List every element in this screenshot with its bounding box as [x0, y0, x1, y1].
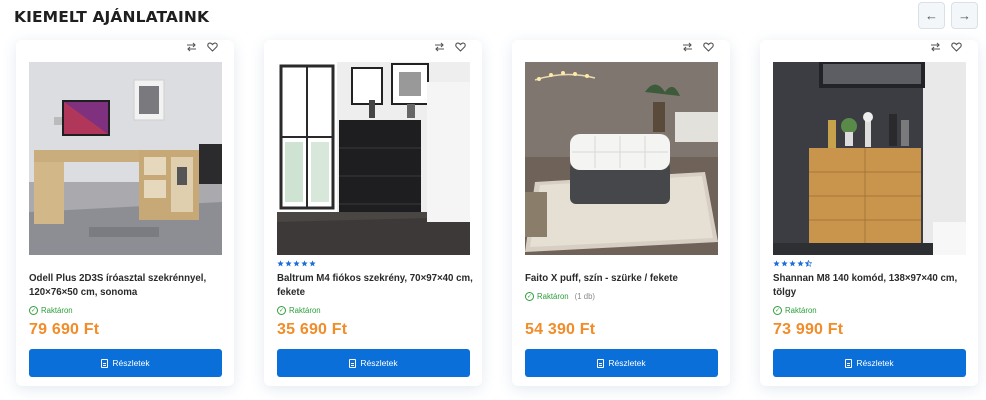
stock-status: ✓ Raktáron: [277, 306, 321, 315]
details-button-label: Részletek: [360, 358, 398, 368]
details-button-label: Részletek: [608, 358, 646, 368]
heart-icon[interactable]: [703, 42, 714, 52]
product-image[interactable]: [29, 62, 222, 255]
document-icon: [349, 358, 357, 368]
product-price: 79 690 Ft: [29, 321, 100, 338]
card-actions: [930, 40, 962, 54]
card-actions: [682, 40, 714, 54]
stock-label: Raktáron: [289, 306, 321, 315]
details-button[interactable]: Részletek: [277, 349, 470, 377]
document-icon: [101, 358, 109, 368]
details-button[interactable]: Részletek: [773, 349, 966, 377]
product-price: 73 990 Ft: [773, 321, 844, 338]
star-icon: [773, 260, 780, 267]
stock-label: Raktáron: [537, 292, 569, 301]
heart-icon[interactable]: [207, 42, 218, 52]
product-name[interactable]: Baltrum M4 fiókos szekrény, 70×97×40 cm,…: [277, 272, 473, 299]
details-button[interactable]: Részletek: [525, 349, 718, 377]
stock-status: ✓ Raktáron: [29, 306, 73, 315]
heart-icon[interactable]: [951, 42, 962, 52]
section-title: KIEMELT AJÁNLATAINK: [14, 8, 210, 26]
product-image[interactable]: [773, 62, 966, 255]
carousel-prev-button[interactable]: ←: [918, 2, 945, 29]
product-card[interactable]: Shannan M8 140 komód, 138×97×40 cm, tölg…: [760, 40, 978, 386]
product-card[interactable]: Baltrum M4 fiókos szekrény, 70×97×40 cm,…: [264, 40, 482, 386]
card-actions: [186, 40, 218, 54]
stock-status: ✓ Raktáron (1 db): [525, 292, 595, 301]
product-name[interactable]: Shannan M8 140 komód, 138×97×40 cm, tölg…: [773, 272, 969, 299]
stock-label: Raktáron: [785, 306, 817, 315]
star-icon: [301, 260, 308, 267]
stock-label: Raktáron: [41, 306, 73, 315]
section-header: KIEMELT AJÁNLATAINK ← →: [14, 2, 978, 30]
star-half-icon: [805, 260, 812, 267]
stock-quantity: (1 db): [574, 292, 596, 301]
compare-icon[interactable]: [434, 42, 445, 52]
star-icon: [277, 260, 284, 267]
compare-icon[interactable]: [682, 42, 693, 52]
check-icon: ✓: [29, 306, 38, 315]
product-price: 54 390 Ft: [525, 321, 596, 338]
card-actions: [434, 40, 466, 54]
product-name[interactable]: Faito X puff, szín - szürke / fekete: [525, 272, 721, 286]
product-card[interactable]: Faito X puff, szín - szürke / fekete ✓ R…: [512, 40, 730, 386]
arrow-left-icon: ←: [925, 8, 938, 23]
document-icon: [845, 358, 853, 368]
star-icon: [781, 260, 788, 267]
stock-status: ✓ Raktáron: [773, 306, 817, 315]
product-image[interactable]: [525, 62, 718, 255]
compare-icon[interactable]: [186, 42, 197, 52]
product-name[interactable]: Odell Plus 2D3S íróasztal szekrénnyel, 1…: [29, 272, 225, 299]
compare-icon[interactable]: [930, 42, 941, 52]
product-card[interactable]: Odell Plus 2D3S íróasztal szekrénnyel, 1…: [16, 40, 234, 386]
product-price: 35 690 Ft: [277, 321, 348, 338]
carousel-next-button[interactable]: →: [951, 2, 978, 29]
details-button[interactable]: Részletek: [29, 349, 222, 377]
check-icon: ✓: [277, 306, 286, 315]
check-icon: ✓: [525, 292, 534, 301]
product-image[interactable]: [277, 62, 470, 255]
heart-icon[interactable]: [455, 42, 466, 52]
details-button-label: Részletek: [856, 358, 894, 368]
rating-stars: [277, 260, 316, 267]
star-icon: [285, 260, 292, 267]
check-icon: ✓: [773, 306, 782, 315]
star-icon: [293, 260, 300, 267]
star-icon: [309, 260, 316, 267]
details-button-label: Részletek: [112, 358, 150, 368]
star-icon: [789, 260, 796, 267]
arrow-right-icon: →: [958, 8, 971, 23]
star-icon: [797, 260, 804, 267]
document-icon: [597, 358, 605, 368]
rating-stars: [773, 260, 812, 267]
